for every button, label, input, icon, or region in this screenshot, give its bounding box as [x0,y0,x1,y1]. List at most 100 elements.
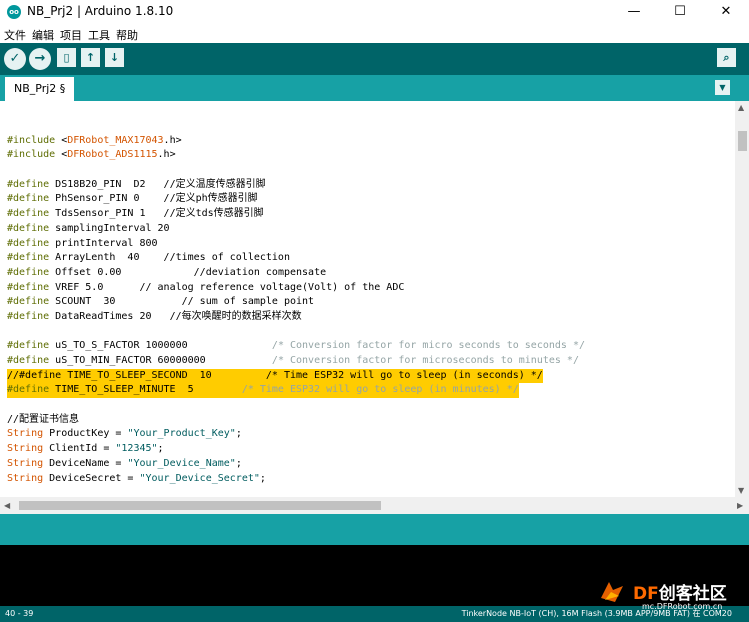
code-line[interactable]: String ClientId = "12345"; [7,442,585,457]
code-token: String [7,457,50,469]
code-token: ; [235,428,242,440]
scroll-left-icon[interactable]: ◀ [4,501,10,510]
code-line[interactable]: String DeviceName = "Your_Device_Name"; [7,457,585,472]
code-token: uS_TO_MIN_FACTOR 60000000 [55,355,272,366]
code-token: DS18B20_PIN D2 [55,178,164,190]
code-token: #define [7,208,56,220]
scroll-right-icon[interactable]: ▶ [737,501,743,510]
code-line[interactable]: #include <DFRobot_ADS1115.h> [7,148,585,163]
code-line[interactable] [7,398,585,413]
dfrobot-watermark: DF创客社区 mc.DFRobot.com.cn [595,578,745,611]
code-token: SCOUNT 30 [55,296,182,308]
code-token: //定义ph传感器引脚 [163,193,258,205]
code-token: //定义温度传感器引脚 [163,178,266,190]
maximize-button[interactable]: ☐ [657,0,703,24]
bottom-status-bar: 40 - 39 TinkerNode NB-IoT (CH), 16M Flas… [0,606,749,622]
code-editor[interactable]: #include <DFRobot_MAX17043.h> #include <D… [0,101,735,497]
title-bar: oo NB_Prj2 | Arduino 1.8.10 — ☐ ✕ [0,0,749,24]
code-token: #define [7,193,56,205]
code-token: VREF 5.0 [55,281,140,293]
code-token: DataReadTimes 20 [55,310,170,322]
code-token: #define [7,355,56,366]
code-token: //deviation compensate [193,266,327,278]
code-line[interactable]: #define uS_TO_MIN_FACTOR 60000000 /* Con… [7,354,585,369]
code-line[interactable]: String ProductKey = "Your_Product_Key"; [7,427,585,442]
code-token: DFRobot_MAX17043 [67,134,164,146]
minimize-button[interactable]: — [611,0,657,24]
code-line[interactable]: #include <DFRobot_MAX17043.h> [7,134,585,149]
code-line[interactable]: #define SCOUNT 30 // sum of sample point [7,295,585,310]
code-token: TdsSensor_PIN 1 [55,208,164,220]
arduino-icon: oo [7,5,21,19]
code-token: .h> [163,134,182,146]
code-token: "Your_Device_Name" [127,457,236,469]
code-line[interactable]: #define samplingInterval 20 [7,222,585,237]
code-line[interactable]: //配置证书信息 [7,413,585,428]
horizontal-scrollbar[interactable]: ◀ ▶ [0,497,749,514]
code-token: #define [7,178,56,190]
code-token: /* Conversion factor for microseconds to… [271,355,579,366]
scroll-down-icon[interactable]: ▼ [738,486,744,495]
code-line[interactable]: #define TdsSensor_PIN 1 //定义tds传感器引脚 [7,207,585,222]
code-token: //每次唤醒时的数据采样次数 [169,310,302,322]
code-token: /* Conversion factor for micro seconds t… [271,340,585,352]
code-token: #include [7,134,62,146]
code-token: // sum of sample point [181,296,315,308]
horizontal-scroll-thumb[interactable] [19,501,381,510]
close-button[interactable]: ✕ [703,0,749,24]
code-token: DFRobot_ADS1115 [67,149,158,161]
code-line[interactable]: #define Offset 0.00 //deviation compensa… [7,266,585,281]
tab-menu-chevron-down-icon[interactable]: ▼ [715,80,730,95]
code-token: String [7,428,50,440]
code-token: #define [7,281,56,293]
code-token: #define [7,340,56,352]
code-token: DeviceSecret = [49,472,140,484]
code-line[interactable]: String DeviceSecret = "Your_Device_Secre… [7,472,585,487]
open-sketch-button[interactable]: ↑ [81,48,100,67]
code-line[interactable] [7,163,585,178]
code-line[interactable]: //#define TIME_TO_SLEEP_SECOND 10 /* Tim… [7,368,585,384]
scroll-up-icon[interactable]: ▲ [738,103,744,112]
code-line[interactable]: #define printInterval 800 [7,237,585,252]
code-token: String [7,472,50,484]
toolbar: ✓ → ▯ ↑ ↓ ⌕ [0,43,749,75]
verify-button[interactable]: ✓ [4,48,26,70]
code-token: ; [157,443,164,455]
code-line[interactable]: #define ArrayLenth 40 //times of collect… [7,251,585,266]
code-line[interactable]: #define TIME_TO_SLEEP_MINUTE 5 /* Time E… [7,383,585,399]
dfrobot-logo-icon [601,582,623,602]
menu-bar: 文件 编辑 项目 工具 帮助 [0,24,749,43]
code-token: DeviceName = [49,457,128,469]
code-text[interactable]: #include <DFRobot_MAX17043.h> #include <D… [7,119,585,497]
code-token: //定义tds传感器引脚 [163,208,264,220]
code-token: ; [259,472,266,484]
code-token: Offset 0.00 [55,266,194,278]
code-token: #define [7,252,56,264]
code-token: /* Time ESP32 will go to sleep (in minut… [241,384,519,396]
tab-nb-prj2[interactable]: NB_Prj2 § [5,77,75,101]
window-title: NB_Prj2 | Arduino 1.8.10 [27,4,174,18]
code-token: "12345" [115,443,158,455]
code-token: //配置证书信息 [7,413,80,425]
code-line[interactable]: #define uS_TO_S_FACTOR 1000000 /* Conver… [7,339,585,354]
new-sketch-button[interactable]: ▯ [57,48,76,67]
code-line[interactable]: #define VREF 5.0 // analog reference vol… [7,281,585,296]
vertical-scrollbar[interactable]: ▲ ▼ [735,101,749,497]
upload-button[interactable]: → [29,48,51,70]
code-token: PhSensor_PIN 0 [55,193,164,205]
code-token: ArrayLenth 40 [55,252,164,264]
code-token: #include [7,149,62,161]
code-token: #define [7,222,56,234]
code-token: ; [235,457,242,469]
serial-monitor-button[interactable]: ⌕ [717,48,736,67]
code-line[interactable] [7,325,585,340]
save-sketch-button[interactable]: ↓ [105,48,124,67]
code-line[interactable] [7,119,585,134]
code-token: uS_TO_S_FACTOR 1000000 [55,340,272,352]
code-line[interactable] [7,486,585,497]
code-line[interactable]: #define DS18B20_PIN D2 //定义温度传感器引脚 [7,178,585,193]
vertical-scroll-thumb[interactable] [738,131,747,151]
code-line[interactable]: #define PhSensor_PIN 0 //定义ph传感器引脚 [7,192,585,207]
code-token: #define [7,266,56,278]
code-line[interactable]: #define DataReadTimes 20 //每次唤醒时的数据采样次数 [7,310,585,325]
